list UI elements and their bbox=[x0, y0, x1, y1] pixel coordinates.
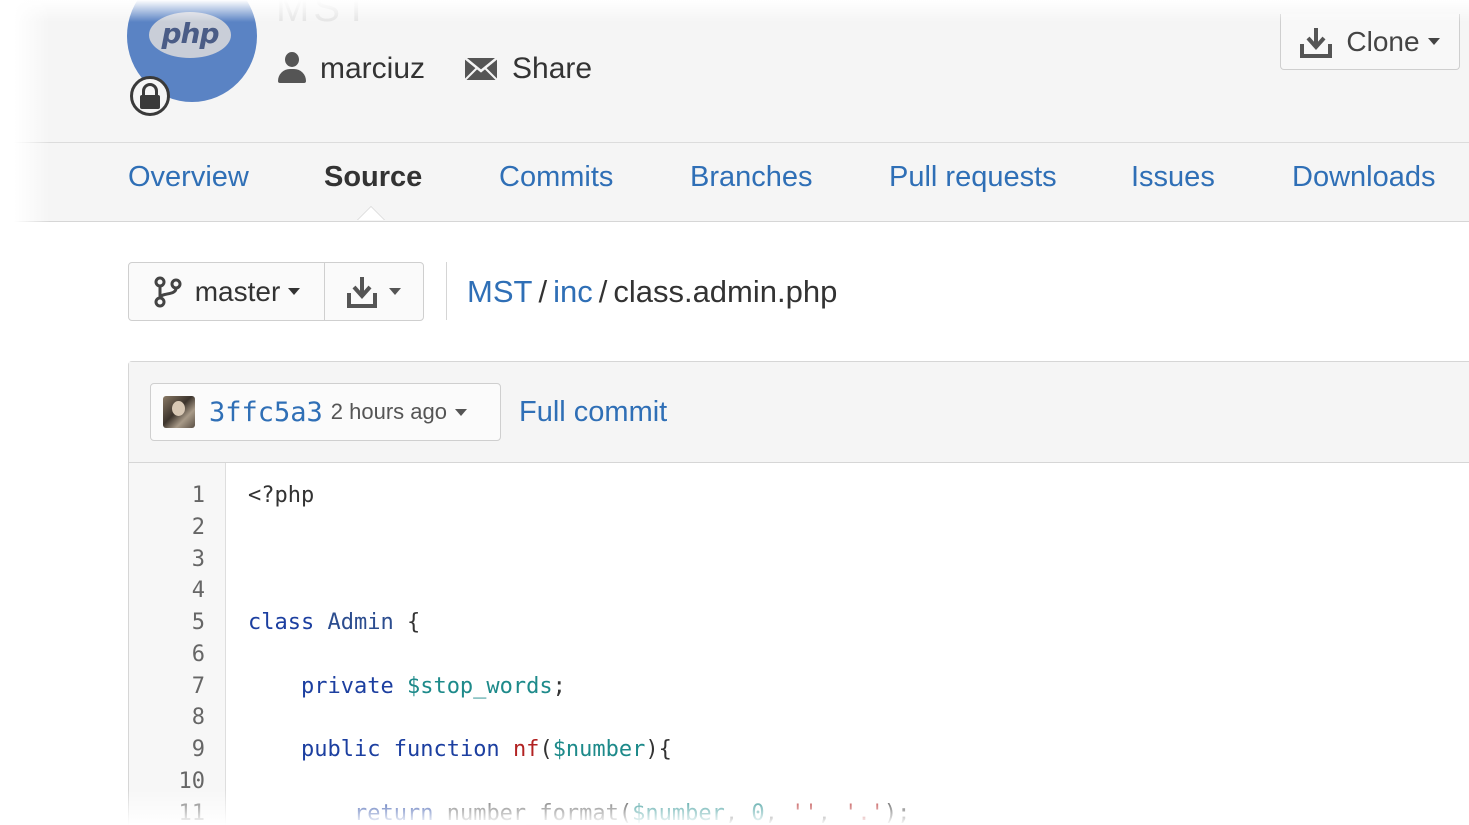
caret-down-icon bbox=[1427, 38, 1440, 45]
php-logo: php bbox=[149, 12, 231, 58]
user-icon bbox=[276, 52, 308, 86]
line-number[interactable]: 4 bbox=[192, 578, 205, 603]
caret-down-icon bbox=[389, 288, 401, 295]
line-number[interactable]: 9 bbox=[192, 737, 205, 762]
branch-icon bbox=[154, 276, 182, 307]
source-panel: 3ffc5a3 2 hours ago Full commit 1 2 3 4 … bbox=[128, 361, 1469, 825]
tab-branches[interactable]: Branches bbox=[690, 161, 813, 194]
breadcrumb-separator: / bbox=[538, 274, 548, 309]
line-number[interactable]: 6 bbox=[192, 642, 205, 667]
share-label: Share bbox=[512, 52, 593, 85]
repo-header: php MST marciuz Share Clone Overview Sou… bbox=[14, 0, 1469, 222]
owner-link[interactable]: marciuz bbox=[276, 52, 425, 86]
branch-name: master bbox=[194, 275, 281, 307]
owner-name: marciuz bbox=[320, 52, 426, 85]
tab-commits[interactable]: Commits bbox=[499, 161, 613, 194]
code-line: <?php bbox=[248, 483, 315, 508]
line-number[interactable]: 1 bbox=[192, 483, 205, 508]
caret-down-icon bbox=[455, 408, 467, 416]
line-number-gutter: 1 2 3 4 5 6 7 8 9 10 11 bbox=[129, 463, 226, 825]
tab-overview[interactable]: Overview bbox=[128, 161, 249, 194]
toolbar-separator bbox=[446, 262, 447, 320]
breadcrumb-separator: / bbox=[598, 274, 608, 309]
page: php MST marciuz Share Clone Overview Sou… bbox=[0, 0, 1469, 825]
code-line: class Admin { bbox=[248, 610, 421, 635]
tab-source[interactable]: Source bbox=[324, 161, 422, 194]
mail-icon bbox=[464, 57, 498, 81]
line-number[interactable]: 11 bbox=[179, 801, 206, 825]
code-viewer: 1 2 3 4 5 6 7 8 9 10 11 <?php class Admin… bbox=[129, 463, 1469, 825]
source-panel-header: 3ffc5a3 2 hours ago Full commit bbox=[129, 362, 1469, 463]
clone-label: Clone bbox=[1346, 25, 1420, 57]
breadcrumb-repo-link[interactable]: MST bbox=[467, 274, 532, 309]
branch-toolbar: master bbox=[128, 262, 424, 321]
line-number[interactable]: 5 bbox=[192, 610, 205, 635]
breadcrumb: MST / inc / class.admin.php bbox=[467, 274, 837, 310]
code-line: public function nf($number){ bbox=[300, 737, 672, 762]
tab-pull-requests[interactable]: Pull requests bbox=[889, 161, 1057, 194]
line-number[interactable]: 8 bbox=[192, 705, 205, 730]
repo-title: MST bbox=[276, 0, 373, 30]
download-button[interactable] bbox=[325, 263, 423, 320]
commit-time: 2 hours ago bbox=[330, 399, 447, 424]
download-icon bbox=[1300, 27, 1333, 58]
share-button[interactable]: Share bbox=[464, 52, 592, 86]
download-icon bbox=[347, 276, 377, 308]
lock-icon bbox=[130, 76, 170, 116]
code-line: return number_format($number, 0, '', '.'… bbox=[353, 801, 911, 825]
line-number[interactable]: 2 bbox=[192, 515, 205, 540]
clone-button[interactable]: Clone bbox=[1280, 14, 1460, 70]
line-number[interactable]: 7 bbox=[192, 674, 205, 699]
breadcrumb-folder-link[interactable]: inc bbox=[553, 274, 593, 309]
avatar bbox=[163, 396, 195, 428]
branch-selector[interactable]: master bbox=[129, 263, 325, 320]
code-line: private $stop_words; bbox=[300, 674, 566, 699]
line-number[interactable]: 3 bbox=[192, 547, 205, 572]
repo-tabs: Overview Source Commits Branches Pull re… bbox=[14, 143, 1469, 221]
line-number[interactable]: 10 bbox=[179, 769, 206, 794]
caret-down-icon bbox=[288, 288, 301, 295]
breadcrumb-current-file: class.admin.php bbox=[613, 274, 838, 309]
tab-downloads[interactable]: Downloads bbox=[1292, 161, 1435, 194]
full-commit-link[interactable]: Full commit bbox=[519, 396, 667, 429]
commit-hash: 3ffc5a3 bbox=[209, 396, 323, 428]
commit-selector[interactable]: 3ffc5a3 2 hours ago bbox=[150, 383, 501, 441]
tab-issues[interactable]: Issues bbox=[1131, 161, 1215, 194]
